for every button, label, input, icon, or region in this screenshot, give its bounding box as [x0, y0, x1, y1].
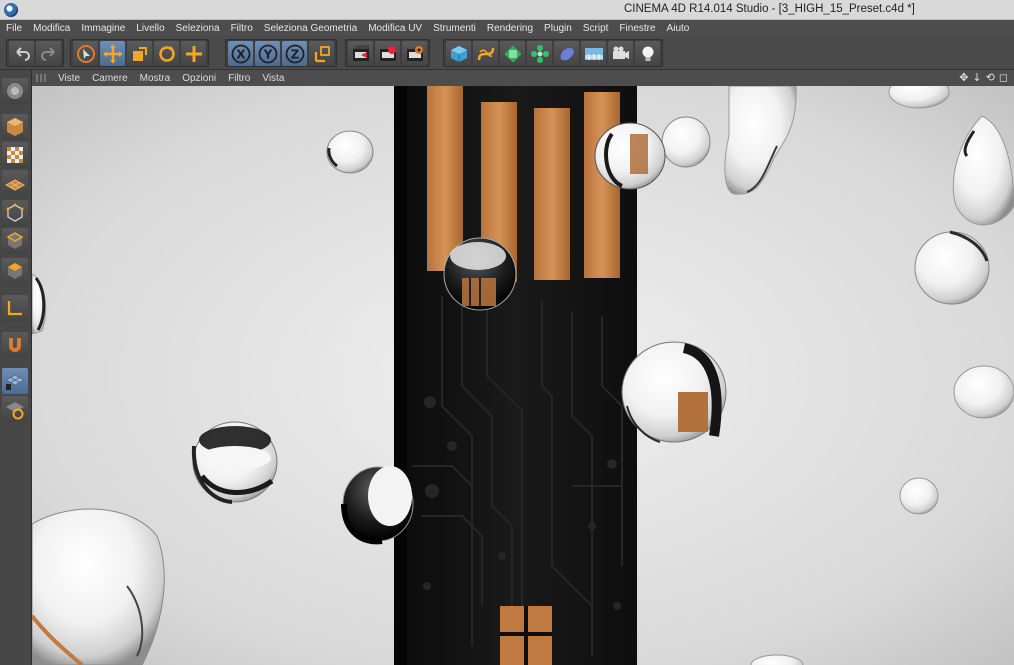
cinema4d-logo-icon	[4, 3, 18, 17]
y-axis-label: Y	[262, 47, 272, 61]
rotate-view-icon[interactable]: ⟲	[986, 71, 995, 84]
transform-tools-group	[70, 39, 209, 67]
pcb-chip-pad	[500, 606, 552, 665]
add-icon[interactable]	[181, 41, 206, 66]
coordinate-system-icon[interactable]	[309, 41, 334, 66]
menu-livello[interactable]: Livello	[136, 23, 164, 34]
pan-view-icon[interactable]: ✥	[959, 71, 968, 84]
menu-file[interactable]: File	[6, 23, 22, 34]
workplane-lock-icon[interactable]	[2, 396, 28, 422]
usb-contact-1	[427, 86, 463, 271]
snap-icon[interactable]	[2, 368, 28, 394]
objects-group	[443, 39, 663, 67]
title-bar: CINEMA 4D R14.014 Studio - [3_HIGH_15_Pr…	[0, 0, 1014, 20]
menu-strumenti[interactable]: Strumenti	[433, 23, 476, 34]
make-editable-icon[interactable]	[2, 78, 28, 104]
magnet-icon[interactable]	[2, 332, 28, 358]
edges-mode-icon[interactable]	[2, 228, 28, 254]
nurbs-icon[interactable]	[500, 41, 525, 66]
menu-bar: File Modifica Immagine Livello Seleziona Filt…	[0, 20, 1014, 36]
viewport-render	[32, 86, 1014, 665]
undo-redo-group	[6, 39, 64, 67]
menu-filtro[interactable]: Filtro	[231, 23, 253, 34]
axis-lock-group: X Y Z	[225, 39, 337, 67]
light-icon[interactable]	[635, 41, 660, 66]
menu-seleziona[interactable]: Seleziona	[176, 23, 220, 34]
menu-rendering[interactable]: Rendering	[487, 23, 533, 34]
array-icon[interactable]	[527, 41, 552, 66]
menu-plugin[interactable]: Plugin	[544, 23, 572, 34]
menu-modifica[interactable]: Modifica	[33, 23, 70, 34]
rotate-icon[interactable]	[154, 41, 179, 66]
viewport-menu-opzioni[interactable]: Opzioni	[182, 73, 216, 84]
render-group	[345, 39, 430, 67]
menu-script[interactable]: Script	[583, 23, 609, 34]
live-selection-icon[interactable]	[73, 41, 98, 66]
points-mode-icon[interactable]	[2, 200, 28, 226]
menu-immagine[interactable]: Immagine	[81, 23, 125, 34]
menu-modifica-uv[interactable]: Modifica UV	[368, 23, 422, 34]
deformer-icon[interactable]	[554, 41, 579, 66]
x-axis-label: X	[236, 47, 246, 61]
camera-icon[interactable]	[608, 41, 633, 66]
workplane-icon[interactable]	[2, 170, 28, 196]
maximize-view-icon[interactable]: ◻	[999, 71, 1008, 84]
render-settings-icon[interactable]	[402, 41, 427, 66]
viewport-menu-filtro[interactable]: Filtro	[228, 73, 250, 84]
z-axis-label: Z	[290, 47, 299, 61]
usb-contact-3	[534, 108, 570, 280]
main-toolbar: X Y Z	[0, 36, 1014, 70]
spline-icon[interactable]	[473, 41, 498, 66]
3d-viewport[interactable]	[32, 86, 1014, 665]
scale-icon[interactable]	[127, 41, 152, 66]
texture-mode-icon[interactable]	[2, 142, 28, 168]
environment-icon[interactable]	[581, 41, 606, 66]
viewport-menu-camere[interactable]: Camere	[92, 73, 128, 84]
move-icon[interactable]	[100, 41, 125, 66]
window-title: CINEMA 4D R14.014 Studio - [3_HIGH_15_Pr…	[624, 3, 915, 15]
viewport-header: Viste Camere Mostra Opzioni Filtro Vista ✥ ↓ ⟲ ◻	[32, 70, 1014, 86]
axis-mode-icon[interactable]	[2, 295, 28, 321]
render-view-icon[interactable]	[348, 41, 373, 66]
model-mode-icon[interactable]	[2, 114, 28, 140]
render-picture-viewer-icon[interactable]	[375, 41, 400, 66]
viewport-grip-icon[interactable]	[36, 74, 46, 82]
viewport-navigation: ✥ ↓ ⟲ ◻	[959, 71, 1008, 84]
menu-finestre[interactable]: Finestre	[619, 23, 655, 34]
zoom-view-icon[interactable]: ↓	[972, 71, 981, 84]
z-axis-lock-icon[interactable]: Z	[282, 41, 307, 66]
redo-icon[interactable]	[36, 41, 61, 66]
undo-icon[interactable]	[9, 41, 34, 66]
cinema4d-window: CINEMA 4D R14.014 Studio - [3_HIGH_15_Pr…	[0, 0, 1014, 665]
viewport-menu-mostra[interactable]: Mostra	[140, 73, 171, 84]
y-axis-lock-icon[interactable]: Y	[255, 41, 280, 66]
menu-seleziona-geometria[interactable]: Seleziona Geometria	[264, 23, 357, 34]
viewport-menu: Viste Camere Mostra Opzioni Filtro Vista	[58, 73, 284, 84]
viewport-menu-viste[interactable]: Viste	[58, 73, 80, 84]
mode-palette	[0, 70, 32, 665]
cube-primitive-icon[interactable]	[446, 41, 471, 66]
polygons-mode-icon[interactable]	[2, 258, 28, 284]
x-axis-lock-icon[interactable]: X	[228, 41, 253, 66]
menu-aiuto[interactable]: Aiuto	[667, 23, 690, 34]
viewport-menu-vista[interactable]: Vista	[262, 73, 284, 84]
